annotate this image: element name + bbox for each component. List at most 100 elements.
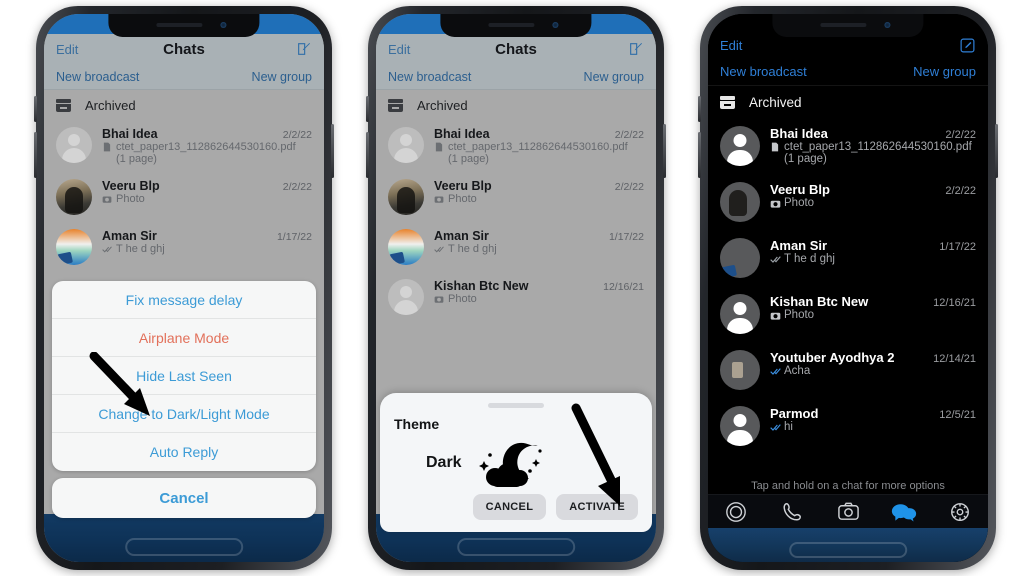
camera-icon (770, 310, 781, 320)
table-row[interactable]: Bhai Idea 2/2/22 ctet_paper13_1128626445… (44, 120, 324, 172)
dialog-actions: CANCEL ACTIVATE (394, 494, 638, 520)
phone-3-screen: Edit New broadcast New group Archived Bh… (708, 14, 988, 562)
avatar (720, 238, 760, 278)
table-row[interactable]: Kishan Btc New 12/16/21 Photo (376, 272, 656, 322)
table-row[interactable]: Bhai Idea 2/2/22 ctet_paper13_1128626445… (708, 118, 988, 174)
chat-time: 2/2/22 (614, 129, 644, 141)
action-airplane-mode[interactable]: Airplane Mode (52, 319, 316, 357)
archived-label: Archived (417, 97, 468, 113)
compose-icon[interactable] (959, 37, 976, 54)
camera-tab[interactable] (835, 499, 861, 525)
phone-3-frame: Edit New broadcast New group Archived Bh… (698, 6, 998, 570)
chat-time: 2/2/22 (282, 129, 312, 141)
phone2-app: Edit Chats New broadcast New group Archi… (376, 14, 656, 562)
chat-preview: Acha (784, 365, 811, 377)
front-camera-icon (884, 22, 891, 28)
action-fix-message-delay[interactable]: Fix message delay (52, 281, 316, 319)
moon-cloud-icon (470, 437, 548, 489)
compose-icon[interactable] (296, 41, 312, 57)
phone-2-screen: Edit Chats New broadcast New group Archi… (376, 14, 656, 562)
phone1-subbar: New broadcast New group (44, 64, 324, 90)
table-row[interactable]: Aman Sir 1/17/22 T he d ghj (708, 230, 988, 286)
phone-2-frame: Edit Chats New broadcast New group Archi… (366, 6, 666, 570)
new-broadcast-button[interactable]: New broadcast (720, 64, 807, 79)
theme-dialog: Theme Dark CANCEL ACTIVATE (380, 393, 652, 532)
action-change-dark-light-mode[interactable]: Change to Dark/Light Mode (52, 395, 316, 433)
avatar (388, 279, 424, 315)
document-icon (102, 142, 112, 152)
table-row[interactable]: Aman Sir 1/17/22 T he d ghj (44, 222, 324, 272)
table-row[interactable]: Kishan Btc New 12/16/21 Photo (708, 286, 988, 342)
archived-row[interactable]: Archived (376, 90, 656, 120)
cancel-button[interactable]: CANCEL (472, 494, 547, 520)
phone1-app: Edit Chats New broadcast New group Archi… (44, 14, 324, 562)
camera-icon (434, 294, 444, 304)
front-camera-icon (552, 22, 559, 28)
new-group-button[interactable]: New group (584, 70, 644, 84)
phone1-navbar: Edit Chats (44, 34, 324, 64)
action-hide-last-seen[interactable]: Hide Last Seen (52, 357, 316, 395)
earpiece-speaker (820, 23, 867, 27)
calls-tab[interactable] (779, 499, 805, 525)
archive-box-icon (388, 98, 403, 112)
edit-button[interactable]: Edit (720, 38, 742, 53)
chats-tab[interactable] (891, 499, 917, 525)
phone3-subbar: New broadcast New group (708, 58, 988, 86)
avatar (56, 127, 92, 163)
table-row[interactable]: Veeru Blp 2/2/22 Photo (376, 172, 656, 222)
camera-icon (434, 194, 444, 204)
dialog-grabber[interactable] (488, 403, 544, 408)
activate-button[interactable]: ACTIVATE (556, 494, 638, 520)
chat-preview: Photo (784, 197, 815, 209)
chat-name: Bhai Idea (770, 126, 828, 141)
chat-time: 2/2/22 (945, 185, 976, 197)
page-title: Chats (163, 40, 205, 58)
page-title: Chats (495, 40, 537, 58)
document-icon (770, 142, 780, 152)
phone-2-notch (440, 14, 592, 37)
table-row[interactable]: Parmod 12/5/21 hi (708, 398, 988, 454)
home-indicator (457, 538, 575, 556)
action-sheet-group: Fix message delay Airplane Mode Hide Las… (52, 281, 316, 471)
cancel-button[interactable]: Cancel (52, 478, 316, 518)
new-broadcast-button[interactable]: New broadcast (388, 70, 471, 84)
chat-name: Parmod (770, 406, 819, 421)
double-check-icon (770, 254, 781, 264)
status-tab[interactable] (723, 499, 749, 525)
archived-row[interactable]: Archived (708, 86, 988, 118)
table-row[interactable]: Aman Sir 1/17/22 T he d ghj (376, 222, 656, 272)
document-icon (434, 142, 444, 152)
archived-label: Archived (85, 97, 136, 113)
avatar (720, 126, 760, 166)
chat-preview-2: (1 page) (116, 153, 157, 165)
earpiece-speaker (488, 23, 535, 27)
phone1-chat-list: Bhai Idea 2/2/22 ctet_paper13_1128626445… (44, 120, 324, 272)
home-indicator (125, 538, 243, 556)
archived-label: Archived (749, 94, 802, 110)
chat-name: Aman Sir (770, 238, 828, 253)
compose-icon[interactable] (628, 41, 644, 57)
table-row[interactable]: Youtuber Ayodhya 2 12/14/21 Acha (708, 342, 988, 398)
table-row[interactable]: Veeru Blp 2/2/22 Photo (44, 172, 324, 222)
new-broadcast-button[interactable]: New broadcast (56, 70, 139, 84)
hint-text: Tap and hold on a chat for more options (708, 476, 988, 494)
chat-name: Kishan Btc New (770, 294, 869, 309)
chat-preview: Photo (448, 193, 477, 205)
chat-preview: hi (784, 421, 793, 433)
chat-preview: T he d ghj (116, 243, 165, 255)
chat-time: 1/17/22 (939, 241, 976, 253)
new-group-button[interactable]: New group (913, 64, 976, 79)
action-auto-reply[interactable]: Auto Reply (52, 433, 316, 471)
phone-3-side-button (995, 124, 998, 178)
settings-tab[interactable] (947, 499, 973, 525)
table-row[interactable]: Bhai Idea 2/2/22 ctet_paper13_1128626445… (376, 120, 656, 172)
new-group-button[interactable]: New group (252, 70, 312, 84)
table-row[interactable]: Veeru Blp 2/2/22 Photo (708, 174, 988, 230)
phone1-wallpaper (44, 514, 324, 562)
chat-name: Youtuber Ayodhya 2 (770, 350, 895, 365)
archived-row[interactable]: Archived (44, 90, 324, 120)
phone2-subbar: New broadcast New group (376, 64, 656, 90)
chat-name: Aman Sir (434, 229, 489, 243)
phone-1-frame: Edit Chats New broadcast New group Archi… (34, 6, 334, 570)
theme-mode-label: Dark (426, 454, 462, 471)
